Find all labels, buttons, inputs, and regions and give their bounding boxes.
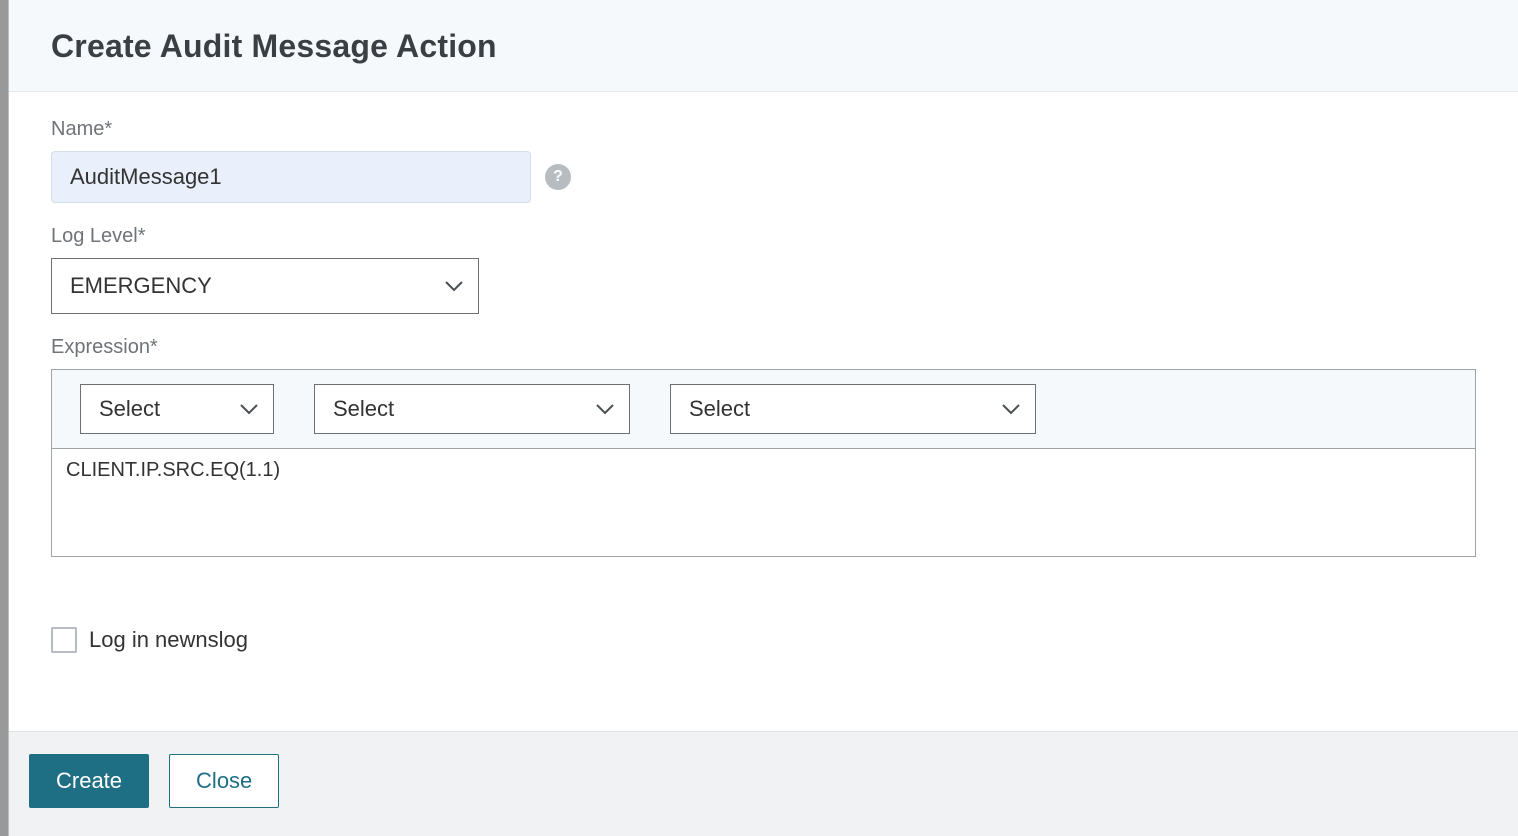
close-button[interactable]: Close [169, 754, 279, 808]
log-newnslog-checkbox[interactable] [51, 627, 77, 653]
field-name: Name* ? [51, 118, 1476, 203]
expression-select-2[interactable]: Select [314, 384, 630, 434]
log-level-value: EMERGENCY [70, 273, 212, 299]
dialog-create-audit-message-action: Create Audit Message Action Name* ? Log … [8, 0, 1518, 836]
log-level-label: Log Level* [51, 225, 1476, 248]
name-input[interactable] [51, 151, 531, 203]
chevron-down-icon [595, 396, 615, 422]
dialog-body: Name* ? Log Level* EMERGENCY Expression*… [9, 92, 1518, 731]
expression-select-1[interactable]: Select [80, 384, 274, 434]
field-log-newnslog: Log in newnslog [51, 627, 1476, 653]
expression-select-3-value: Select [689, 396, 750, 422]
page-title: Create Audit Message Action [51, 28, 1476, 65]
chevron-down-icon [1001, 396, 1021, 422]
expression-select-3[interactable]: Select [670, 384, 1036, 434]
field-expression: Expression* Select Select Select [51, 336, 1476, 557]
name-label: Name* [51, 118, 1476, 141]
log-level-select[interactable]: EMERGENCY [51, 258, 479, 314]
chevron-down-icon [239, 396, 259, 422]
dialog-header: Create Audit Message Action [9, 0, 1518, 92]
create-button[interactable]: Create [29, 754, 149, 808]
expression-toolbar: Select Select Select [51, 369, 1476, 449]
expression-label: Expression* [51, 336, 1476, 359]
dialog-footer: Create Close [9, 731, 1518, 836]
expression-textarea[interactable] [51, 449, 1476, 557]
chevron-down-icon [444, 273, 464, 299]
name-row: ? [51, 151, 1476, 203]
help-icon[interactable]: ? [545, 164, 571, 190]
expression-select-1-value: Select [99, 396, 160, 422]
expression-select-2-value: Select [333, 396, 394, 422]
field-log-level: Log Level* EMERGENCY [51, 225, 1476, 314]
log-newnslog-label: Log in newnslog [89, 627, 248, 653]
